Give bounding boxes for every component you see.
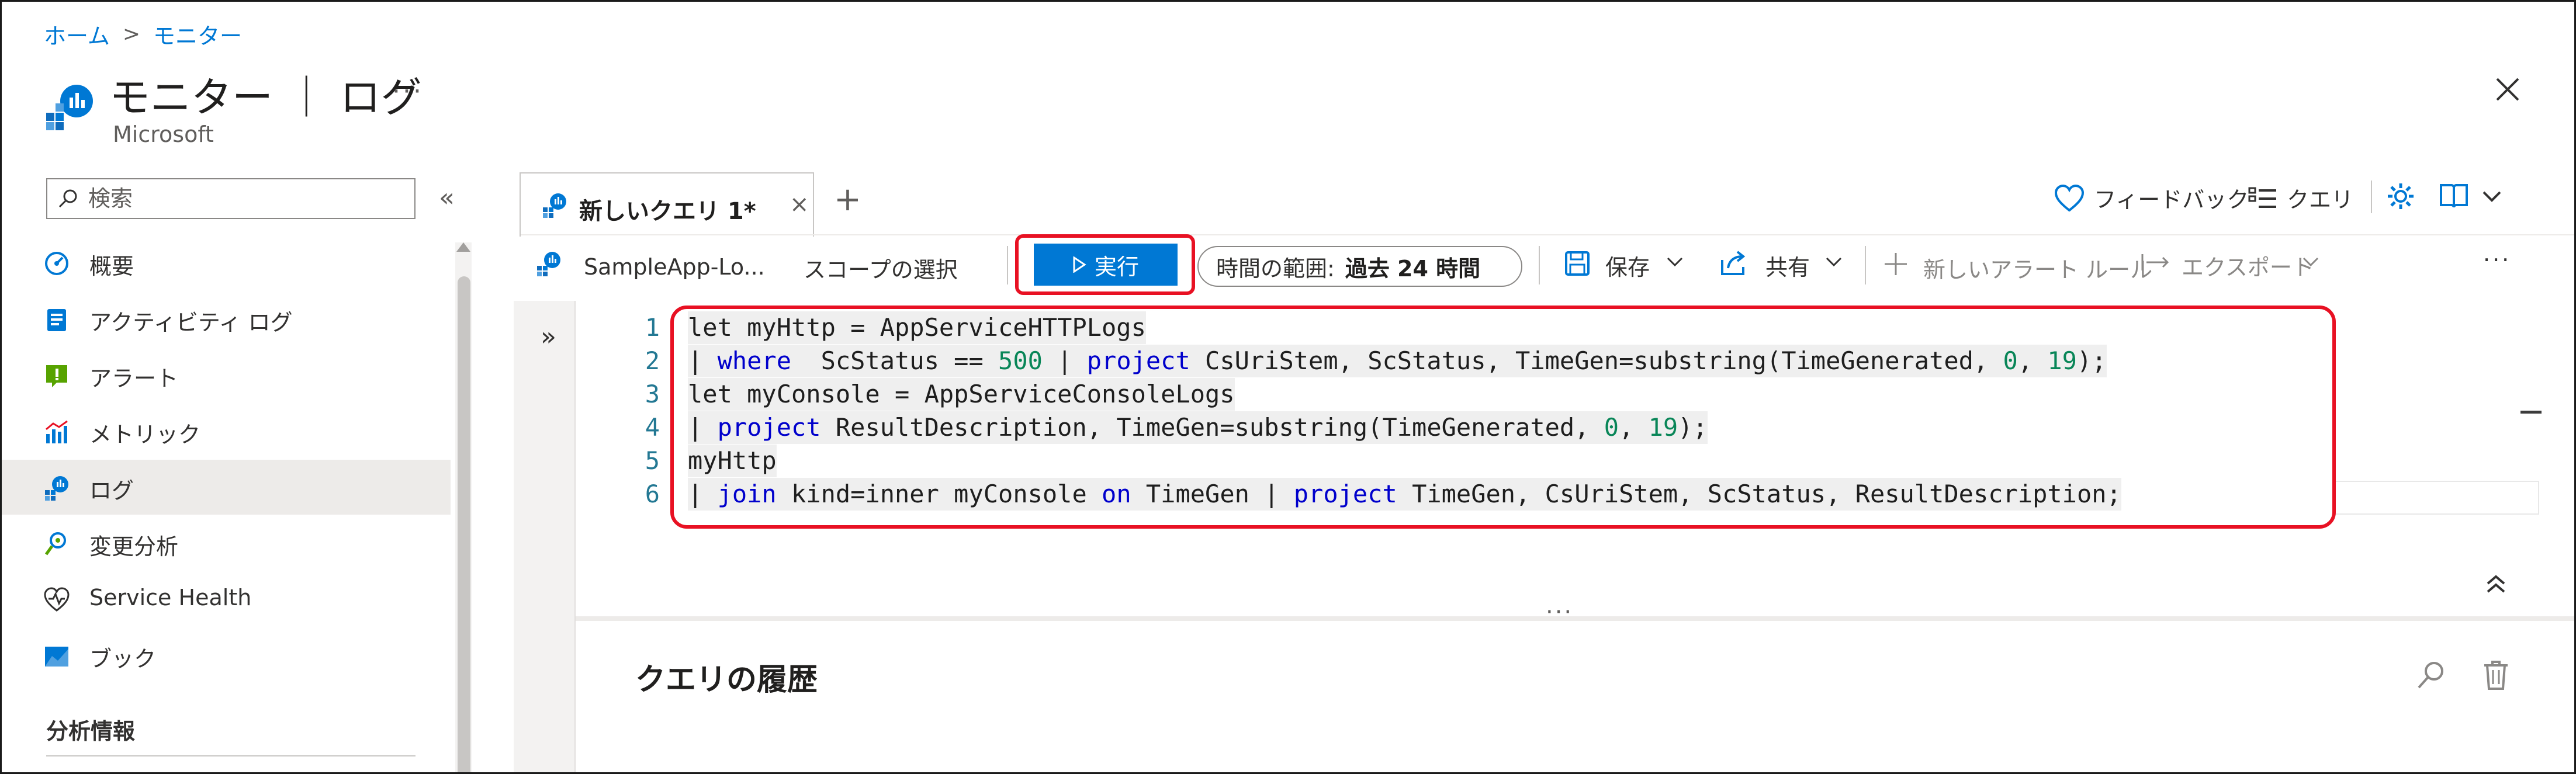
gear-icon[interactable] (2386, 182, 2415, 211)
line-number: 2 (645, 346, 660, 375)
collapse-sidebar-button[interactable]: « (439, 183, 455, 213)
save-icon (1564, 251, 1590, 276)
save-button[interactable]: 保存 (1605, 249, 1650, 282)
current-line-indicator (2335, 481, 2539, 515)
chevron-down-icon[interactable] (1666, 256, 1684, 268)
change-analysis-icon (44, 531, 70, 557)
queries-button[interactable]: クエリ (2248, 182, 2353, 214)
sidebar-item-overview[interactable]: 概要 (2, 235, 451, 290)
add-tab-button[interactable]: + (834, 181, 861, 218)
line-number: 4 (645, 413, 660, 442)
share-icon (1720, 249, 1748, 276)
heart-icon (44, 587, 70, 613)
breadcrumb-separator: > (122, 22, 141, 46)
sidebar-item-metrics[interactable]: メトリック (2, 404, 451, 459)
sidebar-item-workbooks[interactable]: ブック (2, 628, 451, 683)
sidebar-item-label: ログ (89, 478, 134, 504)
sidebar-item-label: ブック (89, 646, 157, 672)
feedback-label: フィードバック (2094, 187, 2249, 213)
collapse-up-icon[interactable] (2485, 574, 2506, 594)
time-range-picker[interactable]: 時間の範囲: 過去 24 時間 (1197, 246, 1522, 287)
queries-label: クエリ (2287, 187, 2354, 213)
new-alert-rule-button[interactable]: 新しいアラート ルール (1923, 252, 2152, 284)
editor-side-panel (514, 301, 576, 772)
breadcrumb-home-link[interactable]: ホーム (44, 18, 110, 50)
sidebar-item-label: アラート (89, 366, 179, 391)
tab-new-query[interactable]: 新しいクエリ 1* × (520, 172, 814, 237)
scroll-up-arrow-icon[interactable] (456, 242, 470, 252)
sidebar-item-label: アクティビティ ログ (89, 310, 293, 335)
divider (46, 755, 416, 756)
query-history-title: クエリの履歴 (635, 662, 818, 697)
divider (1007, 246, 1008, 284)
line-number: 6 (645, 480, 660, 508)
divider (1539, 246, 1540, 284)
minimap-marker (2520, 411, 2542, 414)
divider (2371, 181, 2372, 213)
chevron-down-icon[interactable] (1825, 256, 1843, 268)
search-icon[interactable] (2416, 661, 2446, 690)
divider (1865, 246, 1866, 284)
splitter-handle[interactable]: ··· (1546, 599, 1573, 626)
chevron-down-icon[interactable] (2302, 256, 2319, 268)
close-tab-icon[interactable]: × (790, 191, 809, 218)
trash-icon[interactable] (2483, 661, 2509, 690)
divider (521, 234, 2574, 235)
list-icon (2248, 186, 2277, 210)
workbook-icon (44, 643, 70, 669)
code-highlight-box (670, 306, 2336, 529)
export-icon (2141, 252, 2171, 273)
plus-icon (1883, 252, 1908, 276)
breadcrumb: ホーム > モニター (44, 18, 242, 50)
tab-label: 新しいクエリ 1* (579, 198, 756, 225)
export-button[interactable]: エクスポート (2182, 249, 2314, 282)
sidebar-item-change-analysis[interactable]: 変更分析 (2, 516, 451, 571)
gauge-icon (44, 251, 70, 276)
monitor-logs-icon (46, 84, 94, 131)
sidebar-item-label: Service Health (89, 585, 252, 610)
close-icon[interactable] (2495, 77, 2520, 102)
sidebar-item-label: 概要 (89, 254, 134, 279)
time-range-label: 時間の範囲: (1216, 255, 1335, 282)
sidebar-item-alerts[interactable]: アラート (2, 348, 451, 402)
run-button[interactable]: 実行 (1034, 244, 1178, 286)
share-button[interactable]: 共有 (1765, 249, 1810, 282)
line-number: 3 (645, 380, 660, 408)
select-scope-link[interactable]: スコープの選択 (804, 252, 958, 284)
chevron-down-icon[interactable] (2482, 190, 2502, 203)
alert-icon (44, 363, 70, 388)
heart-icon (2054, 184, 2085, 211)
expand-panel-button[interactable]: » (541, 322, 556, 352)
book-icon[interactable] (2439, 183, 2469, 210)
metrics-icon (44, 419, 70, 445)
scope-name[interactable]: SampleApp-Lo... (584, 254, 765, 280)
logs-icon (542, 192, 567, 218)
sidebar-scrollbar-thumb[interactable] (458, 276, 470, 772)
sidebar-item-label: メトリック (89, 422, 201, 447)
play-icon (1072, 256, 1086, 273)
sidebar-section-insights: 分析情報 (46, 719, 136, 744)
more-actions-button[interactable]: ··· (2483, 247, 2511, 273)
workspace-icon (536, 251, 562, 276)
sidebar-item-activity-log[interactable]: アクティビティ ログ (2, 291, 451, 346)
sidebar-item-service-health[interactable]: Service Health (2, 572, 451, 627)
feedback-button[interactable]: フィードバック (2054, 182, 2249, 214)
window-frame: ホーム > モニター モニター ｜ ログ Microsoft ··· « (0, 0, 2576, 774)
line-number: 1 (645, 313, 660, 342)
line-number: 5 (645, 446, 660, 475)
page-subtitle: Microsoft (113, 122, 214, 147)
search-input[interactable] (87, 185, 393, 212)
search-icon (58, 188, 79, 209)
sidebar-item-label: 変更分析 (89, 534, 179, 560)
logs-icon (44, 475, 70, 501)
more-options-button[interactable]: ··· (392, 77, 424, 106)
activity-log-icon (44, 307, 70, 332)
page-title: モニター ｜ ログ (109, 74, 422, 122)
run-label: 実行 (1094, 254, 1139, 280)
sidebar-item-logs[interactable]: ログ (2, 460, 451, 515)
panel-splitter[interactable] (576, 616, 2574, 621)
time-range-value: 過去 24 時間 (1345, 255, 1481, 282)
sidebar-search-box[interactable] (46, 178, 416, 219)
breadcrumb-monitor-link[interactable]: モニター (153, 18, 242, 50)
